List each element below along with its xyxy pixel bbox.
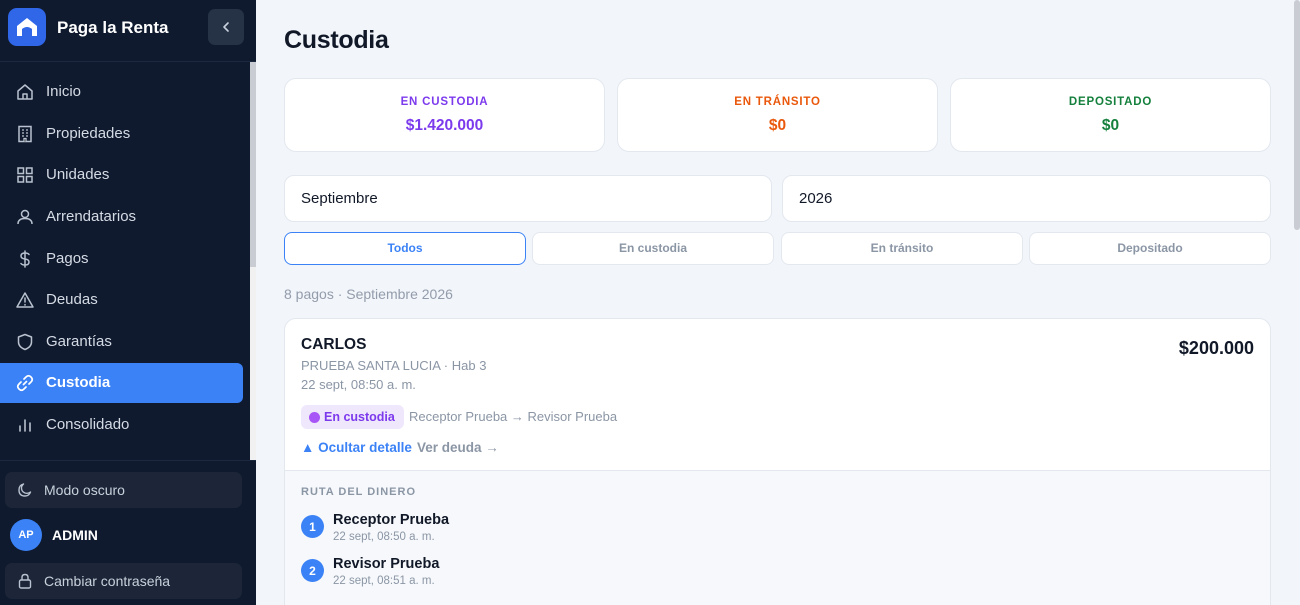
user-name: ADMIN — [52, 527, 98, 543]
dark-mode-label: Modo oscuro — [44, 482, 125, 498]
sidebar-item-arrendatarios[interactable]: Arrendatarios — [0, 197, 243, 237]
link-icon — [16, 374, 34, 392]
sidebar-scrollbar-thumb[interactable] — [250, 62, 256, 267]
avatar: AP — [10, 519, 42, 551]
sidebar: Paga la Renta Inicio Propiedades Unidade… — [0, 0, 256, 605]
stat-card-depositado: DEPOSITADO $0 — [950, 78, 1271, 152]
tab-en-transito[interactable]: En tránsito — [781, 232, 1023, 265]
sidebar-item-more[interactable] — [0, 447, 243, 460]
stat-label: EN TRÁNSITO — [734, 96, 821, 108]
sidebar-item-label: Unidades — [46, 166, 110, 183]
bar-chart-icon — [19, 419, 31, 432]
year-select[interactable]: 2026 — [782, 175, 1271, 222]
brand-name: Paga la Renta — [57, 18, 169, 37]
shield-icon — [17, 333, 33, 351]
sidebar-item-label: Arrendatarios — [46, 208, 137, 225]
stat-label: DEPOSITADO — [1068, 96, 1153, 108]
stat-value: $0 — [1101, 117, 1120, 134]
collapse-sidebar-button[interactable] — [208, 9, 244, 45]
dollar-icon — [20, 250, 30, 268]
money-route-title: RUTA DEL DINERO — [301, 486, 417, 498]
year-select-value: 2026 — [799, 190, 833, 207]
sidebar-item-inicio[interactable]: Inicio — [0, 72, 243, 112]
chevron-left-icon — [223, 22, 229, 32]
person-icon — [17, 209, 33, 225]
step-number: 1 — [301, 515, 324, 538]
tab-todos[interactable]: Todos — [284, 232, 526, 265]
step-time: 22 sept, 08:50 a. m. — [333, 531, 435, 543]
stat-value: $1.420.000 — [405, 117, 484, 134]
sidebar-item-deudas[interactable]: Deudas — [0, 280, 243, 320]
sidebar-item-label: Pagos — [46, 250, 89, 267]
payment-date: 22 sept, 08:50 a. m. — [301, 377, 416, 392]
step-name: Receptor Prueba — [333, 512, 450, 528]
stat-card-en-transito: EN TRÁNSITO $0 — [617, 78, 938, 152]
sidebar-item-propiedades[interactable]: Propiedades — [0, 114, 243, 154]
sidebar-divider — [0, 460, 256, 461]
month-select-value: Septiembre — [301, 190, 378, 207]
sidebar-item-garantias[interactable]: Garantías — [0, 322, 243, 362]
sidebar-item-consolidado[interactable]: Consolidado — [0, 405, 243, 445]
stat-card-en-custodia: EN CUSTODIA $1.420.000 — [284, 78, 605, 152]
stat-label: EN CUSTODIA — [400, 96, 489, 108]
month-select[interactable]: Septiembre — [284, 175, 772, 222]
sidebar-scrollbar[interactable] — [250, 62, 256, 460]
step-number: 2 — [301, 559, 324, 582]
lock-icon — [18, 573, 32, 589]
dark-mode-button[interactable]: Modo oscuro — [5, 472, 242, 508]
brand-header: Paga la Renta — [0, 0, 256, 62]
warning-icon — [16, 292, 34, 308]
payment-card: CARLOS $200.000 PRUEBA SANTA LUCIA · Hab… — [284, 318, 1271, 605]
hide-detail-link[interactable]: ▲ Ocultar detalle — [301, 440, 412, 455]
change-password-button[interactable]: Cambiar contraseña — [5, 563, 242, 599]
payment-amount: $200.000 — [1178, 338, 1254, 358]
house-logo-icon[interactable] — [8, 8, 46, 46]
step-time: 22 sept, 08:51 a. m. — [333, 575, 435, 587]
change-password-label: Cambiar contraseña — [44, 573, 171, 589]
payments-count: 8 pagos · Septiembre 2026 — [284, 286, 453, 302]
route-summary: Receptor Prueba → Revisor Prueba — [409, 409, 618, 424]
sidebar-item-label: Inicio — [46, 83, 82, 100]
status-label: En custodia — [324, 410, 395, 424]
sidebar-item-label: Propiedades — [46, 125, 131, 142]
tab-depositado[interactable]: Depositado — [1029, 232, 1271, 265]
tab-en-custodia[interactable]: En custodia — [532, 232, 774, 265]
moon-icon — [18, 483, 32, 497]
sidebar-item-custodia[interactable]: Custodia — [0, 363, 243, 403]
property-unit: PRUEBA SANTA LUCIA · Hab 3 — [301, 358, 487, 373]
route-step: 2 Revisor Prueba 22 sept, 08:51 a. m. — [301, 556, 801, 590]
step-name: Revisor Prueba — [333, 556, 440, 572]
grid-icon — [17, 167, 33, 183]
view-debt-link[interactable]: Ver deuda → — [417, 440, 499, 455]
sidebar-item-label: Deudas — [46, 291, 98, 308]
tenant-name: CARLOS — [301, 336, 367, 353]
building-icon — [18, 125, 32, 143]
sidebar-item-unidades[interactable]: Unidades — [0, 155, 243, 195]
sidebar-item-label: Garantías — [46, 333, 112, 350]
sidebar-item-label: Custodia — [46, 374, 111, 391]
sidebar-item-label: Consolidado — [46, 416, 130, 433]
sidebar-item-pagos[interactable]: Pagos — [0, 239, 243, 279]
stat-value: $0 — [768, 117, 787, 134]
status-dot-icon — [309, 411, 320, 423]
page-title: Custodia — [284, 26, 389, 54]
user-profile[interactable]: AP ADMIN — [10, 519, 250, 551]
sidebar-nav: Inicio Propiedades Unidades Arrendatario… — [0, 72, 250, 460]
home-icon — [17, 84, 33, 100]
status-badge: En custodia — [301, 405, 404, 429]
money-route-panel: RUTA DEL DINERO 1 Receptor Prueba 22 sep… — [285, 470, 1270, 605]
main-scrollbar-thumb[interactable] — [1294, 0, 1300, 230]
route-step: 1 Receptor Prueba 22 sept, 08:50 a. m. — [301, 512, 801, 546]
